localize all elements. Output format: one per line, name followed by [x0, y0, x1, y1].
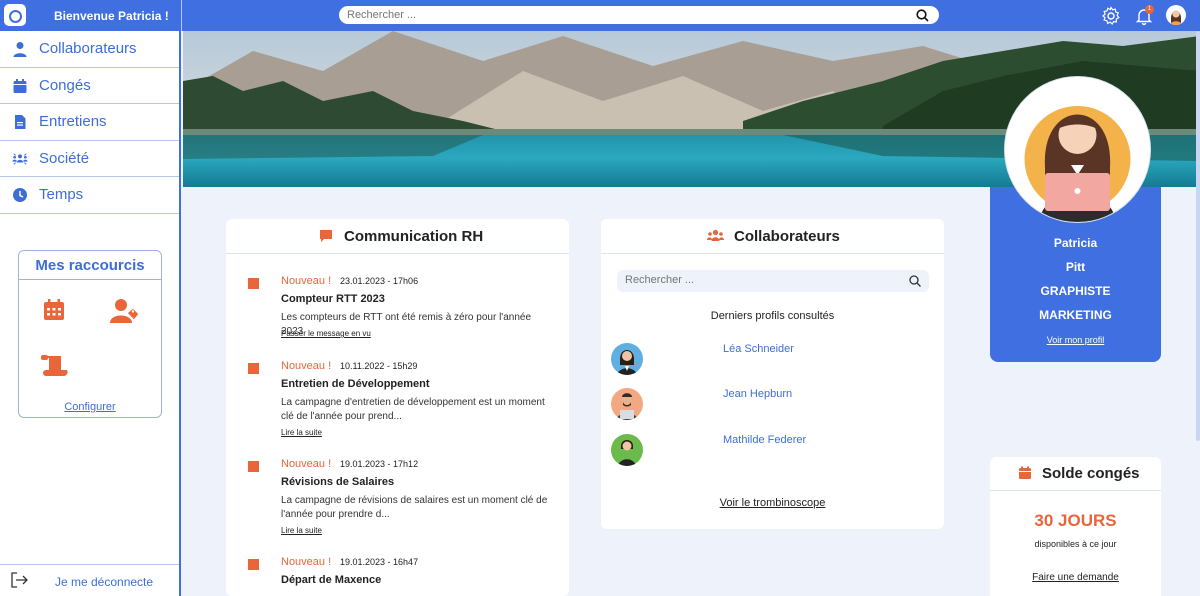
communication-title: Communication RH: [344, 228, 484, 245]
trombinoscope-link[interactable]: Voir le trombinoscope: [601, 497, 944, 509]
news-date: 10.11.2022 - 15h29: [340, 361, 418, 371]
logout-icon[interactable]: [10, 571, 28, 589]
news-tag: Nouveau !: [281, 458, 332, 470]
sidebar-item-conges[interactable]: Congés: [0, 68, 179, 104]
avatar-icon: [618, 440, 636, 466]
avatar: [611, 388, 643, 420]
sidebar-item-label: Collaborateurs: [39, 40, 137, 57]
search-icon[interactable]: [916, 9, 929, 22]
avatar-icon: [1024, 106, 1131, 222]
top-bar: Bienvenue Patricia ! 1: [0, 0, 1200, 31]
recent-profiles-title: Derniers profils consultés: [710, 310, 835, 322]
person-name[interactable]: Jean Hepburn: [723, 388, 792, 400]
news-link[interactable]: Passer le message en vu: [281, 329, 371, 338]
news-tag: Nouveau !: [281, 275, 332, 287]
collaborators-header: Collaborateurs: [601, 219, 944, 254]
global-search-input[interactable]: [347, 8, 907, 22]
group-icon: [707, 229, 724, 241]
communication-header: Communication RH: [226, 219, 569, 254]
global-search[interactable]: [339, 6, 939, 24]
calendar-icon: [1019, 466, 1031, 479]
user-tag-shortcut-icon[interactable]: [110, 298, 140, 324]
news-date: 19.01.2023 - 16h47: [340, 557, 419, 567]
leave-subtitle: disponibles à ce jour: [1034, 539, 1117, 549]
clock-icon: [13, 188, 27, 202]
leave-amount: 30 JOURS: [1034, 511, 1117, 530]
sidebar-item-entretiens[interactable]: Entretiens: [0, 104, 179, 141]
user-icon: [13, 42, 27, 57]
leave-title: Solde congés: [1042, 465, 1140, 482]
collaborator-search-input[interactable]: [625, 274, 895, 286]
document-icon: [15, 115, 26, 129]
news-text: La campagne de révisions de salaires est…: [281, 495, 548, 520]
collaborator-search[interactable]: [617, 270, 929, 292]
search-icon[interactable]: [909, 275, 921, 287]
list-item[interactable]: Léa Schneider: [611, 343, 931, 377]
gear-icon[interactable]: [1101, 6, 1121, 26]
news-marker-icon: [248, 363, 259, 374]
collaborators-card: Collaborateurs Derniers profils consulté…: [601, 219, 944, 529]
news-marker-icon: [248, 461, 259, 472]
news-tag: Nouveau !: [281, 360, 332, 372]
calendar-icon: [13, 78, 27, 93]
news-title[interactable]: Révisions de Salaires: [281, 476, 394, 488]
news-marker-icon: [248, 278, 259, 289]
configure-shortcuts-link[interactable]: Configurer: [19, 401, 161, 413]
logout-link[interactable]: Je me déconnecte: [55, 575, 153, 589]
sidebar-item-label: Temps: [39, 186, 84, 203]
avatar-icon: [616, 393, 638, 420]
news-date: 19.01.2023 - 17h12: [340, 459, 419, 469]
scrollbar[interactable]: [1196, 31, 1200, 441]
communication-card: Communication RH Nouveau ! 23.01.2023 - …: [226, 219, 569, 596]
avatar: [611, 434, 643, 466]
view-profile-link[interactable]: Voir mon profil: [990, 335, 1161, 345]
avatar-icon: [617, 350, 637, 375]
news-title[interactable]: Compteur RTT 2023: [281, 293, 385, 305]
welcome-text: Bienvenue Patricia !: [54, 9, 169, 23]
leave-balance-card: Solde congés 30 JOURS disponibles à ce j…: [990, 457, 1161, 596]
calendar-shortcut-icon[interactable]: [43, 299, 65, 321]
news-link[interactable]: Lire la suite: [281, 526, 322, 535]
news-title[interactable]: Départ de Maxence: [281, 574, 381, 586]
news-link[interactable]: Lire la suite: [281, 428, 322, 437]
avatar: [611, 343, 643, 375]
sidebar-item-temps[interactable]: Temps: [0, 177, 179, 214]
sidebar-item-label: Société: [39, 149, 90, 167]
user-avatar[interactable]: [1166, 5, 1186, 25]
notification-badge: 1: [1145, 5, 1154, 14]
avatar-icon: [1170, 10, 1182, 25]
list-item[interactable]: Mathilde Federer: [611, 434, 931, 468]
sidebar-item-label: Congés: [39, 76, 91, 94]
news-date: 23.01.2023 - 17h06: [340, 276, 419, 286]
scroll-shortcut-icon[interactable]: [41, 354, 69, 378]
profile-avatar[interactable]: [1005, 77, 1150, 222]
news-title[interactable]: Entretien de Développement: [281, 378, 430, 390]
leave-request-link[interactable]: Faire une demande: [990, 572, 1161, 583]
sidebar: Collaborateurs Congés Entretiens Société…: [0, 31, 181, 596]
sidebar-item-collaborateurs[interactable]: Collaborateurs: [0, 31, 179, 68]
news-tag: Nouveau !: [281, 556, 332, 568]
shortcuts-panel: Mes raccourcis Configurer: [18, 250, 162, 418]
profile-first-name: Patricia: [1053, 236, 1098, 250]
app-logo-icon[interactable]: [4, 4, 26, 26]
news-marker-icon: [248, 559, 259, 570]
profile-last-name: Pitt: [1065, 260, 1086, 274]
profile-department: MARKETING: [1039, 308, 1112, 322]
divider: [181, 0, 182, 31]
divider: [0, 564, 179, 565]
people-network-icon: [12, 152, 28, 165]
person-name[interactable]: Mathilde Federer: [723, 434, 806, 446]
profile-role: GRAPHISTE: [1040, 284, 1111, 298]
sidebar-item-label: Entretiens: [39, 113, 107, 130]
chat-icon: [320, 230, 332, 242]
sidebar-item-societe[interactable]: Société: [0, 141, 179, 177]
person-name[interactable]: Léa Schneider: [723, 343, 794, 355]
collaborators-title: Collaborateurs: [734, 228, 840, 245]
leave-header: Solde congés: [990, 457, 1161, 491]
news-text: La campagne d'entretien de développement…: [281, 397, 545, 422]
list-item[interactable]: Jean Hepburn: [611, 388, 931, 422]
shortcuts-title: Mes raccourcis: [19, 251, 161, 280]
